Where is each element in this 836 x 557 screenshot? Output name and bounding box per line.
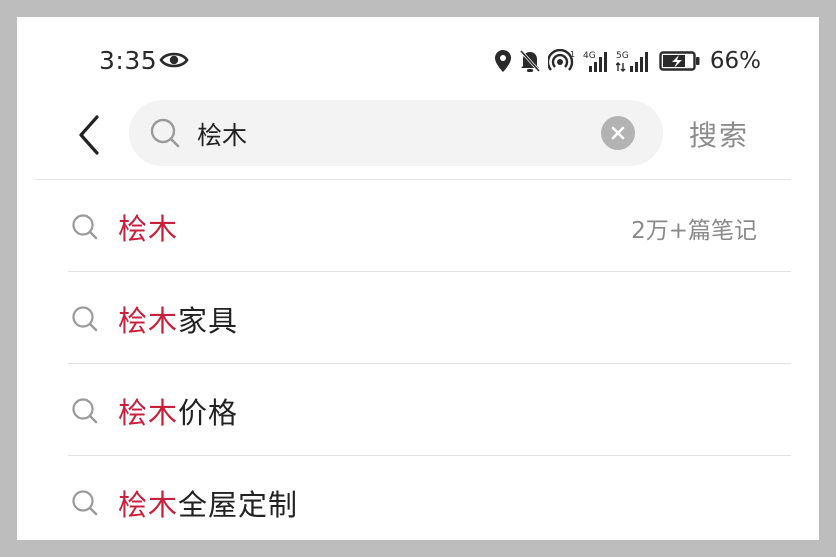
suggestion-highlight: 桧木 (118, 396, 179, 430)
status-bar: 3:35 1 4G 5G 66% (17, 17, 819, 99)
signal-icon: 5G (615, 51, 648, 72)
location-icon (494, 50, 511, 72)
clear-icon (611, 126, 625, 140)
svg-text:1: 1 (570, 50, 575, 59)
back-button[interactable] (69, 107, 109, 163)
search-input[interactable] (195, 112, 589, 156)
suggestion-list: 桧木 2万+篇笔记 桧木家具 桧木价格 桧木全屋定制 (17, 180, 819, 540)
note-count: 2万+篇笔记 (631, 218, 757, 244)
phone-screen: 3:35 1 4G 5G 66% 桧木 搜索 桧木 2万+篇笔记 桧木家具 桧木… (17, 17, 819, 540)
back-chevron-icon (79, 115, 99, 155)
signal-icon: 4G (583, 51, 607, 72)
signal-2-label: 5G (616, 51, 629, 61)
search-icon (72, 306, 98, 332)
bell-off-icon (519, 49, 540, 73)
suggestion-item[interactable]: 桧木价格 (17, 364, 819, 456)
suggestion-rest: 价格 (178, 396, 239, 430)
suggestion-item[interactable]: 桧木全屋定制 (17, 456, 819, 540)
search-icon (72, 398, 98, 424)
signal-1-label: 4G (583, 51, 596, 61)
suggestion-highlight: 桧木 (118, 212, 179, 246)
battery-charging-icon (659, 51, 700, 71)
suggestion-highlight: 桧木 (118, 488, 179, 522)
suggestion-item[interactable]: 桧木 2万+篇笔记 (17, 180, 819, 272)
search-submit-button[interactable]: 搜索 (689, 114, 749, 154)
search-icon (72, 214, 98, 240)
clear-button[interactable] (601, 116, 635, 150)
search-icon (72, 490, 98, 516)
suggestion-rest: 全屋定制 (178, 488, 299, 522)
suggestion-highlight: 桧木 (118, 304, 179, 338)
suggestion-text: 桧木全屋定制 (118, 482, 298, 524)
suggestion-text: 桧木 (118, 206, 178, 248)
search-icon (150, 118, 180, 148)
eye-icon (159, 52, 189, 68)
suggestion-rest: 家具 (178, 304, 239, 338)
suggestion-item[interactable]: 桧木家具 (17, 272, 819, 364)
suggestion-text: 桧木价格 (118, 390, 238, 432)
suggestion-text: 桧木家具 (118, 298, 238, 340)
status-icons: 1 4G 5G 66% (494, 48, 761, 74)
status-time: 3:35 (99, 46, 158, 75)
hotspot-icon: 1 (547, 49, 575, 71)
search-box[interactable] (129, 100, 663, 166)
battery-percent: 66% (709, 48, 761, 74)
